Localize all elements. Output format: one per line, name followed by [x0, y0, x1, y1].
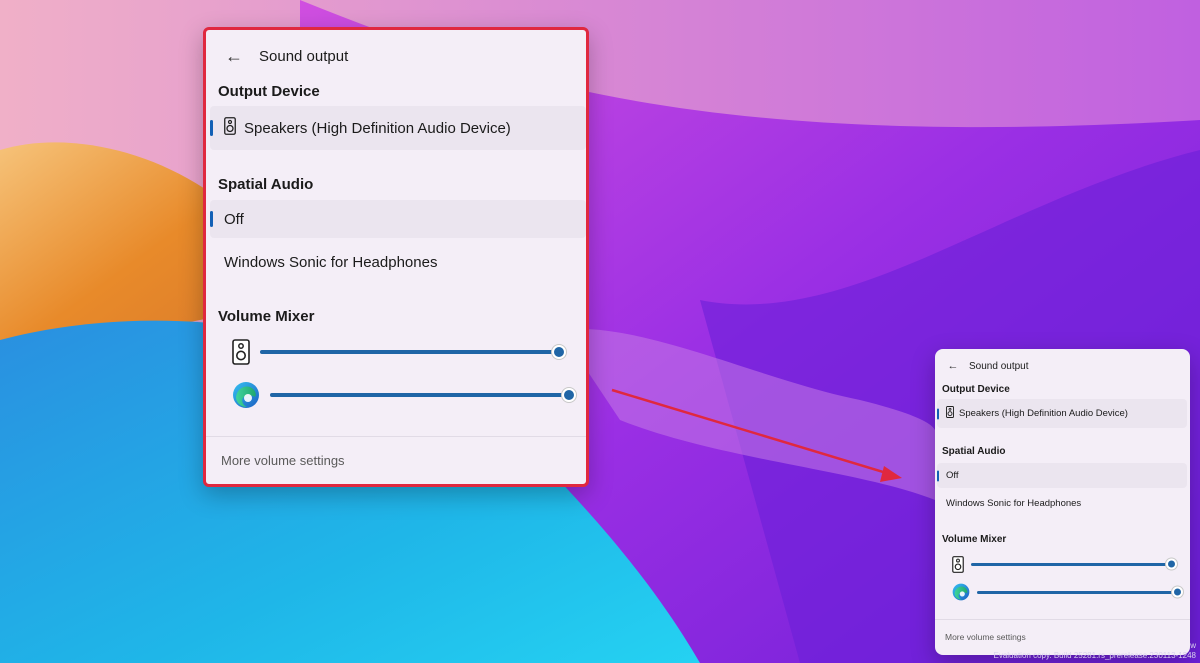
output-device-label: Speakers (High Definition Audio Device) — [244, 119, 511, 137]
spatial-option-off[interactable]: Off — [210, 200, 586, 238]
flyout-header: ← Sound output — [221, 43, 348, 69]
watermark-line-2: Evaluation copy. Build 25281.rs_prerelea… — [993, 651, 1196, 660]
watermark-line-1: w — [1190, 641, 1196, 650]
spatial-option-off[interactable]: Off — [937, 463, 1187, 488]
volume-slider-track[interactable] — [977, 586, 1183, 598]
volume-slider-thumb[interactable] — [552, 345, 566, 359]
mixer-row-speakers — [232, 336, 572, 368]
spatial-option-label: Windows Sonic for Headphones — [946, 498, 1082, 509]
output-device-heading: Output Device — [942, 384, 1010, 395]
spatial-audio-heading: Spatial Audio — [218, 176, 314, 193]
desktop: ← Sound output Output Device Speakers (H… — [0, 0, 1200, 663]
speaker-icon — [224, 117, 236, 139]
spatial-option-label: Off — [224, 210, 244, 228]
volume-mixer-heading: Volume Mixer — [218, 308, 315, 325]
back-arrow-icon[interactable]: ← — [945, 358, 961, 374]
output-device-label: Speakers (High Definition Audio Device) — [959, 408, 1128, 419]
selection-indicator — [210, 211, 213, 227]
speakers-icon — [232, 339, 250, 365]
flyout-header: ← Sound output — [945, 357, 1029, 375]
output-device-speakers[interactable]: Speakers (High Definition Audio Device) — [210, 106, 586, 150]
flyout-title: Sound output — [259, 47, 349, 65]
mixer-row-edge — [952, 581, 1183, 603]
selection-indicator — [937, 408, 939, 419]
mixer-row-speakers — [952, 553, 1182, 575]
back-arrow-icon[interactable]: ← — [221, 43, 247, 69]
volume-mixer-heading: Volume Mixer — [942, 534, 1007, 545]
edge-icon — [232, 381, 260, 409]
edge-icon — [952, 583, 970, 601]
volume-slider-track[interactable] — [971, 558, 1177, 570]
selection-indicator — [210, 120, 213, 136]
sound-output-flyout-large: ← Sound output Output Device Speakers (H… — [203, 27, 589, 487]
volume-slider-thumb[interactable] — [1172, 586, 1183, 598]
more-volume-settings-link[interactable]: More volume settings — [206, 436, 586, 484]
spatial-audio-heading: Spatial Audio — [942, 446, 1006, 457]
speaker-icon — [946, 406, 954, 421]
volume-slider-thumb[interactable] — [562, 388, 576, 402]
selection-indicator — [937, 470, 939, 481]
evaluation-watermark: w Evaluation copy. Build 25281.rs_prerel… — [993, 641, 1196, 661]
volume-slider-track[interactable] — [270, 388, 576, 402]
spatial-option-label: Off — [946, 470, 959, 481]
output-device-heading: Output Device — [218, 83, 320, 100]
spatial-option-label: Windows Sonic for Headphones — [224, 253, 438, 271]
volume-slider-track[interactable] — [260, 345, 566, 359]
flyout-title: Sound output — [969, 360, 1029, 372]
spatial-option-windows-sonic[interactable]: Windows Sonic for Headphones — [937, 491, 1187, 516]
output-device-speakers[interactable]: Speakers (High Definition Audio Device) — [937, 399, 1187, 428]
speakers-icon — [952, 555, 964, 573]
spatial-option-windows-sonic[interactable]: Windows Sonic for Headphones — [210, 243, 586, 281]
sound-output-flyout-small: ← Sound output Output Device Speakers (H… — [935, 349, 1190, 655]
mixer-row-edge — [232, 379, 576, 411]
volume-slider-thumb[interactable] — [1166, 558, 1177, 570]
